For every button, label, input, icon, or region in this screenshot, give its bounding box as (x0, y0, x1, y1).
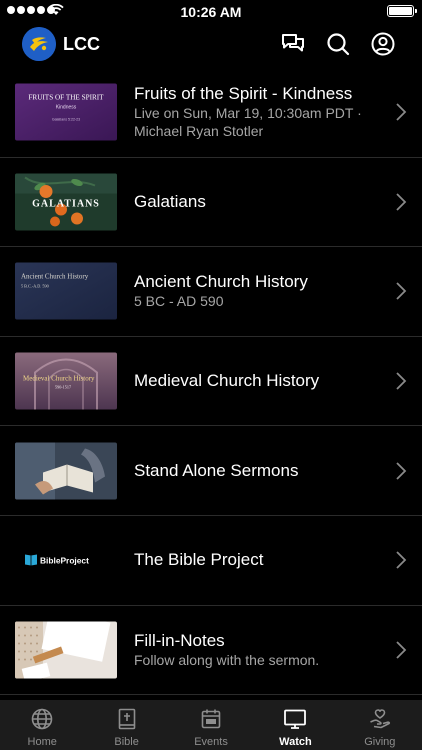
list-item[interactable]: FRUITS OF THE SPIRIT Kindness Galatians … (0, 68, 422, 158)
tab-label: Events (194, 736, 228, 748)
series-thumbnail: Medieval Church History 590-1517 (15, 352, 117, 410)
bible-icon (115, 707, 139, 731)
search-icon[interactable] (325, 31, 351, 57)
thumb-title: FRUITS OF THE SPIRIT (28, 94, 104, 102)
app-title: LCC (63, 34, 100, 54)
list-item[interactable]: BibleProject The Bible Project (0, 516, 422, 606)
status-time: 10:26 AM (180, 4, 242, 20)
list-item[interactable]: GALATIANS Galatians (0, 158, 422, 248)
list-item-title: Ancient Church History (134, 272, 308, 292)
tab-label: Bible (114, 736, 139, 748)
tab-label: Giving (364, 736, 396, 748)
tab-watch[interactable]: Watch (253, 700, 337, 750)
thumb-title: Ancient Church History (21, 273, 89, 281)
chevron-right-icon (396, 372, 407, 390)
series-thumbnail: BibleProject (15, 531, 117, 589)
series-thumbnail: GALATIANS (15, 173, 117, 231)
chevron-right-icon (396, 103, 407, 121)
list-item-title: Medieval Church History (134, 371, 320, 391)
tab-bible[interactable]: Bible (84, 700, 168, 750)
list-item-subtitle: 5 BC - AD 590 (134, 293, 224, 310)
tab-label: Home (27, 736, 57, 748)
list-item[interactable]: Stand Alone Sermons (0, 426, 422, 516)
thumb-subtitle: Kindness (56, 105, 77, 111)
list-item-subtitle: Live on Sun, Mar 19, 10:30am PDT · Micha… (134, 105, 362, 140)
thumb-title: BibleProject (40, 556, 89, 566)
chevron-right-icon (396, 462, 407, 480)
chevron-right-icon (396, 551, 407, 569)
series-thumbnail (15, 621, 117, 679)
tv-icon (283, 707, 307, 731)
series-thumbnail (15, 442, 117, 500)
chat-icon[interactable] (280, 31, 306, 57)
series-thumbnail: FRUITS OF THE SPIRIT Kindness Galatians … (15, 83, 117, 141)
chevron-right-icon (396, 641, 407, 659)
app-header: LCC (0, 24, 422, 68)
list-item-subtitle: Follow along with the sermon. (134, 651, 320, 668)
status-bar: 10:26 AM (0, 0, 422, 24)
profile-icon[interactable] (370, 31, 396, 57)
globe-icon (30, 707, 54, 731)
church-logo[interactable] (22, 27, 56, 61)
thumb-title: GALATIANS (32, 198, 100, 209)
thumb-subtitle: 5 B.C.-A.D. 590 (21, 284, 49, 289)
list-item-title: Fill-in-Notes (134, 630, 225, 650)
series-thumbnail: Ancient Church History 5 B.C.-A.D. 590 (15, 262, 117, 320)
media-series-list: FRUITS OF THE SPIRIT Kindness Galatians … (0, 68, 422, 696)
list-item-title: Fruits of the Spirit - Kindness (134, 84, 353, 104)
list-item[interactable]: Medieval Church History 590-1517 Medieva… (0, 337, 422, 427)
chevron-right-icon (396, 282, 407, 301)
list-item[interactable]: Ancient Church History 5 B.C.-A.D. 590 A… (0, 247, 422, 337)
tab-home[interactable]: Home (0, 700, 84, 750)
tab-label: Watch (279, 736, 312, 748)
heart-hand-icon (368, 707, 392, 731)
tab-bar: Home Bible Events Watch Giving (0, 700, 422, 750)
thumb-title: Medieval Church History (23, 375, 95, 383)
calendar-icon (199, 707, 223, 731)
thumb-reference: Galatians 5:22-23 (52, 118, 80, 122)
battery-icon (387, 5, 417, 17)
list-item-title: Galatians (134, 191, 206, 211)
list-item[interactable]: Fill-in-Notes Follow along with the serm… (0, 606, 422, 696)
list-item-title: Stand Alone Sermons (134, 460, 299, 480)
chevron-right-icon (396, 193, 407, 211)
tab-events[interactable]: Events (169, 700, 253, 750)
tab-giving[interactable]: Giving (338, 700, 422, 750)
thumb-subtitle: 590-1517 (55, 385, 71, 390)
list-item-title: The Bible Project (134, 550, 264, 570)
